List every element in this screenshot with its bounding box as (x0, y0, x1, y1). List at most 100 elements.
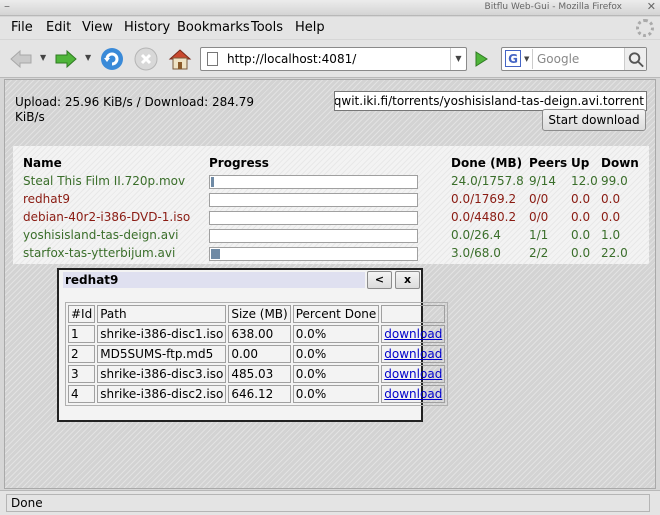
search-icon[interactable] (624, 48, 646, 70)
torrent-up: 0.0 (571, 210, 591, 224)
torrent-up: 0.0 (571, 228, 591, 242)
header-up: Up (571, 156, 590, 170)
forward-arrow-icon[interactable] (53, 46, 79, 72)
menu-tools[interactable]: Tools (251, 20, 283, 35)
col-path: Path (97, 305, 227, 323)
forward-history-dropdown-icon[interactable]: ▼ (85, 53, 91, 62)
torrent-up: 0.0 (571, 192, 591, 206)
file-percent: 0.0% (292, 365, 380, 383)
header-progress: Progress (209, 156, 269, 170)
url-bar[interactable]: http://localhost:4081/ ▼ (200, 47, 467, 71)
google-icon: G (505, 50, 521, 67)
torrent-up: 12.0 (571, 174, 598, 188)
torrent-name[interactable]: redhat9 (23, 192, 70, 206)
file-id: 3 (68, 365, 96, 383)
torrent-row[interactable]: yoshisisland-tas-deign.avi 0.0/26.4 1/1 0.0… (13, 228, 649, 246)
window-menu-icon[interactable]: – (4, 0, 10, 13)
search-box[interactable]: G ▼ Google (501, 47, 647, 71)
header-done: Done (MB) (451, 156, 523, 170)
download-link[interactable]: download (384, 327, 442, 341)
status-text: Done (6, 494, 650, 512)
menu-bookmarks[interactable]: Bookmarks (177, 20, 250, 35)
file-list-popup: redhat9 < x #Id Path Size (MB) Percent D… (57, 268, 449, 422)
torrent-down: 0.0 (601, 192, 621, 206)
file-row: 3 shrike-i386-disc3.iso 485.03 0.0% download (68, 365, 446, 383)
download-link[interactable]: download (384, 387, 442, 401)
header-name: Name (23, 156, 62, 170)
popup-prev-button[interactable]: < (367, 271, 392, 289)
start-download-button[interactable]: Start download (542, 109, 646, 131)
window-titlebar: – Bitflu Web-Gui - Mozilla Firefox ✕ (0, 0, 660, 16)
home-icon[interactable] (167, 46, 193, 72)
torrent-name[interactable]: Steal This Film II.720p.mov (23, 174, 185, 188)
window-close-icon[interactable]: ✕ (647, 0, 656, 13)
torrent-row[interactable]: debian-40r2-i386-DVD-1.iso 0.0/4480.2 0/0 0… (13, 210, 649, 228)
torrent-peers: 0/0 (529, 192, 549, 206)
file-size: 638.00 (228, 325, 291, 343)
torrent-name[interactable]: yoshisisland-tas-deign.avi (23, 228, 179, 242)
torrent-peers: 2/2 (529, 246, 549, 260)
torrent-progress-bar (209, 229, 418, 243)
torrent-up: 0.0 (571, 246, 591, 260)
torrent-done: 3.0/68.0 (451, 246, 501, 260)
torrent-peers: 9/14 (529, 174, 556, 188)
menu-history[interactable]: History (124, 20, 170, 35)
stop-icon[interactable] (133, 46, 159, 72)
torrent-peers: 1/1 (529, 228, 549, 242)
col-id: #Id (68, 305, 96, 323)
header-down: Down (601, 156, 639, 170)
torrent-progress-bar (209, 175, 418, 189)
menu-edit[interactable]: Edit (46, 20, 71, 35)
back-history-dropdown-icon[interactable]: ▼ (40, 53, 46, 62)
file-size: 0.00 (228, 345, 291, 363)
file-percent: 0.0% (292, 345, 380, 363)
search-engine-selector[interactable]: G ▼ (503, 49, 533, 69)
torrent-row[interactable]: redhat9 0.0/1769.2 0/0 0.0 0.0 (13, 192, 649, 210)
torrent-progress-bar (209, 193, 418, 207)
menu-view[interactable]: View (82, 20, 113, 35)
url-dropdown-icon[interactable]: ▼ (450, 48, 466, 70)
torrent-progress-bar (209, 247, 418, 261)
file-path: shrike-i386-disc3.iso (97, 365, 227, 383)
file-action: download (381, 365, 446, 383)
speed-status: Upload: 25.96 KiB/s / Download: 284.79 K… (15, 95, 254, 124)
file-percent: 0.0% (292, 385, 380, 403)
window-title: Bitflu Web-Gui - Mozilla Firefox (484, 2, 622, 12)
back-arrow-icon[interactable] (8, 46, 34, 72)
file-row: 2 MD5SUMS-ftp.md5 0.00 0.0% download (68, 345, 446, 363)
file-row: 1 shrike-i386-disc1.iso 638.00 0.0% download (68, 325, 446, 343)
go-arrow-icon[interactable] (470, 49, 492, 69)
col-size: Size (MB) (228, 305, 291, 323)
torrent-row[interactable]: Steal This Film II.720p.mov 24.0/1757.8 9/… (13, 174, 649, 192)
file-path: shrike-i386-disc1.iso (97, 325, 227, 343)
download-link[interactable]: download (384, 367, 442, 381)
torrent-down: 0.0 (601, 210, 621, 224)
file-id: 2 (68, 345, 96, 363)
torrent-url-value: http://bisqwit.iki.fi/torrents/yoshisisl… (334, 94, 644, 108)
file-action: download (381, 385, 446, 403)
menu-bar: File Edit View History Bookmarks Tools H… (0, 17, 660, 39)
torrent-done: 0.0/26.4 (451, 228, 501, 242)
search-input[interactable]: Google (537, 52, 579, 66)
file-action: download (381, 325, 446, 343)
reload-icon[interactable] (99, 46, 125, 72)
torrent-name[interactable]: debian-40r2-i386-DVD-1.iso (23, 210, 190, 224)
header-peers: Peers (529, 156, 568, 170)
file-size: 646.12 (228, 385, 291, 403)
throbber-icon (636, 19, 654, 37)
download-link[interactable]: download (384, 347, 442, 361)
progress-fill (211, 249, 220, 259)
menu-help[interactable]: Help (295, 20, 325, 35)
torrent-row[interactable]: starfox-tas-ytterbijum.avi 3.0/68.0 2/2 0.0… (13, 246, 649, 264)
torrent-done: 0.0/1769.2 (451, 192, 517, 206)
file-table: #Id Path Size (MB) Percent Done 1 shrike-… (65, 302, 449, 406)
torrent-name[interactable]: starfox-tas-ytterbijum.avi (23, 246, 175, 260)
url-text[interactable]: http://localhost:4081/ (227, 52, 356, 66)
menu-file[interactable]: File (11, 20, 33, 35)
torrent-down: 1.0 (601, 228, 621, 242)
torrent-url-input[interactable]: http://bisqwit.iki.fi/torrents/yoshisisl… (334, 91, 647, 111)
torrent-peers: 0/0 (529, 210, 549, 224)
popup-close-button[interactable]: x (395, 271, 420, 289)
file-row: 4 shrike-i386-disc2.iso 646.12 0.0% download (68, 385, 446, 403)
file-percent: 0.0% (292, 325, 380, 343)
